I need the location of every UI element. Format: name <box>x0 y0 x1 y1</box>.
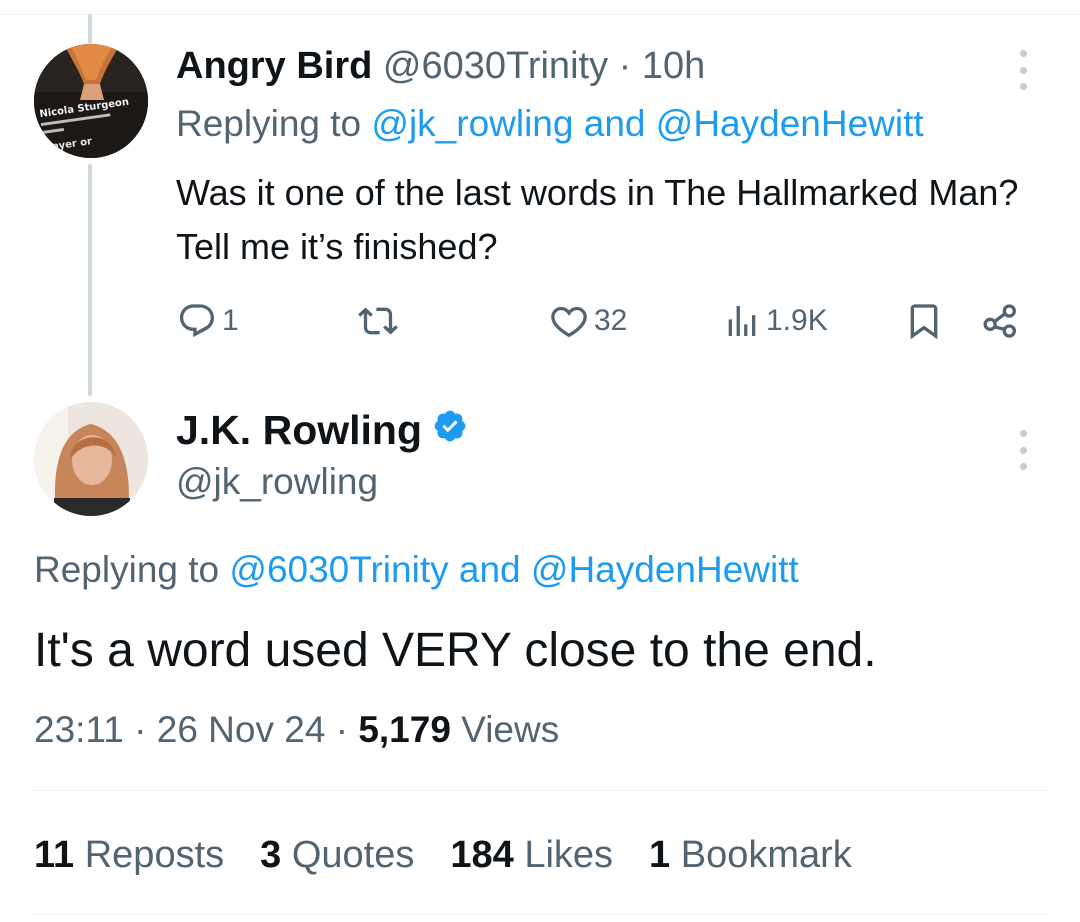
tweet-metadata: 23:11 · 26 Nov 24 · 5,179 Views <box>34 708 559 752</box>
replying-and: and <box>448 549 531 590</box>
top-divider <box>0 14 1080 15</box>
divider <box>34 790 1046 791</box>
reposts-stat[interactable]: 11 Reposts <box>34 832 224 878</box>
views-count: 1.9K <box>766 304 828 337</box>
repost-button[interactable] <box>356 296 400 346</box>
reply-icon <box>179 304 215 338</box>
bookmarks-stat[interactable]: 1 Bookmark <box>649 832 852 878</box>
replying-and: and <box>573 103 656 144</box>
replying-to-line: Replying to @jk_rowling and @HaydenHewit… <box>176 102 924 146</box>
author-name[interactable]: Angry Bird <box>176 45 372 87</box>
separator: · <box>123 709 157 750</box>
reply-tweet-header: Angry Bird @6030Trinity · 10h <box>176 44 705 88</box>
likes-stat[interactable]: 184 Likes <box>450 832 613 878</box>
separator: · <box>325 709 359 750</box>
verified-badge-icon <box>432 406 468 454</box>
author-handle[interactable]: @jk_rowling <box>176 460 378 504</box>
tweet-time[interactable]: 10h <box>642 45 705 87</box>
bookmark-button[interactable] <box>904 296 944 346</box>
more-options-icon[interactable] <box>1018 50 1028 90</box>
avatar-angry-bird[interactable]: Nicola Sturgeon troyer or <box>34 44 148 158</box>
tweet-time[interactable]: 23:11 <box>34 709 124 750</box>
more-options-icon[interactable] <box>1018 430 1028 470</box>
mention-link[interactable]: @HaydenHewitt <box>531 549 799 590</box>
views-chart-icon <box>728 306 756 336</box>
reposts-label: Reposts <box>74 834 225 876</box>
divider <box>34 914 1046 915</box>
bookmarks-label: Bookmark <box>670 834 852 876</box>
mention-link[interactable]: @jk_rowling <box>371 103 573 144</box>
bookmarks-count: 1 <box>649 834 671 876</box>
replying-prefix: Replying to <box>176 103 372 144</box>
quotes-label: Quotes <box>281 834 415 876</box>
author-name-text: J.K. Rowling <box>176 407 422 453</box>
mention-link[interactable]: @HaydenHewitt <box>656 103 924 144</box>
thread-connector-top <box>88 14 92 44</box>
quotes-stat[interactable]: 3 Quotes <box>260 832 414 878</box>
action-bar: 1 32 1.9K <box>176 296 1036 346</box>
bookmark-icon <box>910 304 938 340</box>
views-label: Views <box>450 709 560 750</box>
author-handle[interactable]: @6030Trinity <box>383 45 608 87</box>
avatar-image <box>34 402 148 516</box>
replying-prefix: Replying to <box>34 549 230 590</box>
reply-tweet-text: Was it one of the last words in The Hall… <box>176 172 1019 267</box>
views-button[interactable]: 1.9K <box>722 296 828 346</box>
author-name[interactable]: J.K. Rowling <box>176 406 468 454</box>
tweet-date[interactable]: 26 Nov 24 <box>157 709 326 750</box>
views-number: 5,179 <box>358 709 451 750</box>
quotes-count: 3 <box>260 834 282 876</box>
separator: · <box>608 45 642 87</box>
like-count: 32 <box>594 304 628 337</box>
reply-button[interactable]: 1 <box>176 296 239 346</box>
likes-label: Likes <box>513 834 614 876</box>
reposts-count: 11 <box>34 834 75 876</box>
reply-count: 1 <box>222 304 239 337</box>
main-tweet-text: It's a word used VERY close to the end. <box>34 624 877 677</box>
mention-link[interactable]: @6030Trinity <box>229 549 448 590</box>
share-button[interactable] <box>980 296 1022 346</box>
replying-to-line: Replying to @6030Trinity and @HaydenHewi… <box>34 548 799 592</box>
like-button[interactable]: 32 <box>548 296 627 346</box>
heart-icon <box>551 306 587 338</box>
share-icon <box>983 304 1016 338</box>
repost-icon <box>358 307 398 335</box>
avatar-image: Nicola Sturgeon troyer or <box>34 44 148 158</box>
engagement-stats: 11 Reposts 3 Quotes 184 Likes 1 Bookmark <box>34 832 852 878</box>
thread-connector <box>88 164 92 396</box>
avatar-jk-rowling[interactable] <box>34 402 148 516</box>
likes-count: 184 <box>450 834 514 876</box>
